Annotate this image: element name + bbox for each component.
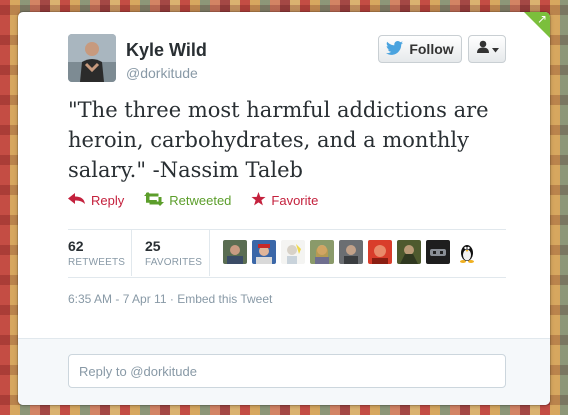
favoriter-avatar[interactable] (339, 240, 363, 264)
divider (68, 277, 506, 278)
meta-separator: · (169, 292, 174, 306)
follow-button[interactable]: Follow (378, 35, 462, 63)
retweet-action[interactable]: Retweeted (144, 192, 231, 209)
favoriters-list (223, 240, 479, 264)
linux-tux-icon[interactable] (455, 240, 479, 264)
embed-tweet-link[interactable]: Embed this Tweet (177, 292, 272, 306)
reply-area (18, 338, 550, 405)
favorites-count[interactable]: 25 (145, 238, 161, 254)
favorites-label[interactable]: FAVORITES (145, 257, 202, 268)
user-icon (476, 40, 490, 58)
favorite-label: Favorite (271, 193, 319, 208)
reply-label: Reply (91, 193, 125, 208)
retweets-count[interactable]: 62 (68, 238, 84, 254)
user-handle[interactable]: @dorkitude (126, 65, 198, 81)
star-icon (251, 192, 266, 209)
favorite-action[interactable]: Favorite (251, 192, 318, 209)
tweet-timestamp[interactable]: 6:35 AM - 7 Apr 11 (68, 292, 167, 306)
twitter-bird-icon (386, 40, 404, 58)
favoriter-avatar[interactable] (426, 240, 450, 264)
reply-action[interactable]: Reply (68, 192, 124, 209)
external-link-icon[interactable]: ↗ (537, 13, 547, 25)
favoriter-avatar[interactable] (281, 240, 305, 264)
retweet-icon (144, 192, 165, 209)
stat-divider (131, 230, 132, 276)
chevron-down-icon (491, 40, 499, 58)
retweeted-label: Retweeted (169, 193, 232, 208)
avatar[interactable] (68, 34, 116, 82)
retweets-label[interactable]: RETWEETS (68, 257, 125, 268)
reply-input[interactable] (68, 354, 506, 388)
tweet-meta: 6:35 AM - 7 Apr 11 · Embed this Tweet (68, 292, 272, 306)
favoriter-avatar[interactable] (368, 240, 392, 264)
follow-label: Follow (409, 41, 454, 57)
user-name[interactable]: Kyle Wild (126, 40, 207, 61)
tweet-card: ↗ Kyle Wild @dorkitude Follow "The three… (18, 12, 550, 405)
favoriter-avatar[interactable] (223, 240, 247, 264)
favoriter-avatar[interactable] (252, 240, 276, 264)
tweet-actions: Reply Retweeted Favorite (68, 192, 318, 209)
divider (68, 229, 506, 230)
reply-icon (68, 193, 86, 208)
favoriter-avatar[interactable] (397, 240, 421, 264)
tweet-text: "The three most harmful addictions are h… (68, 98, 489, 182)
user-actions-dropdown[interactable] (468, 35, 506, 63)
stat-divider (209, 230, 210, 276)
favoriter-avatar[interactable] (310, 240, 334, 264)
